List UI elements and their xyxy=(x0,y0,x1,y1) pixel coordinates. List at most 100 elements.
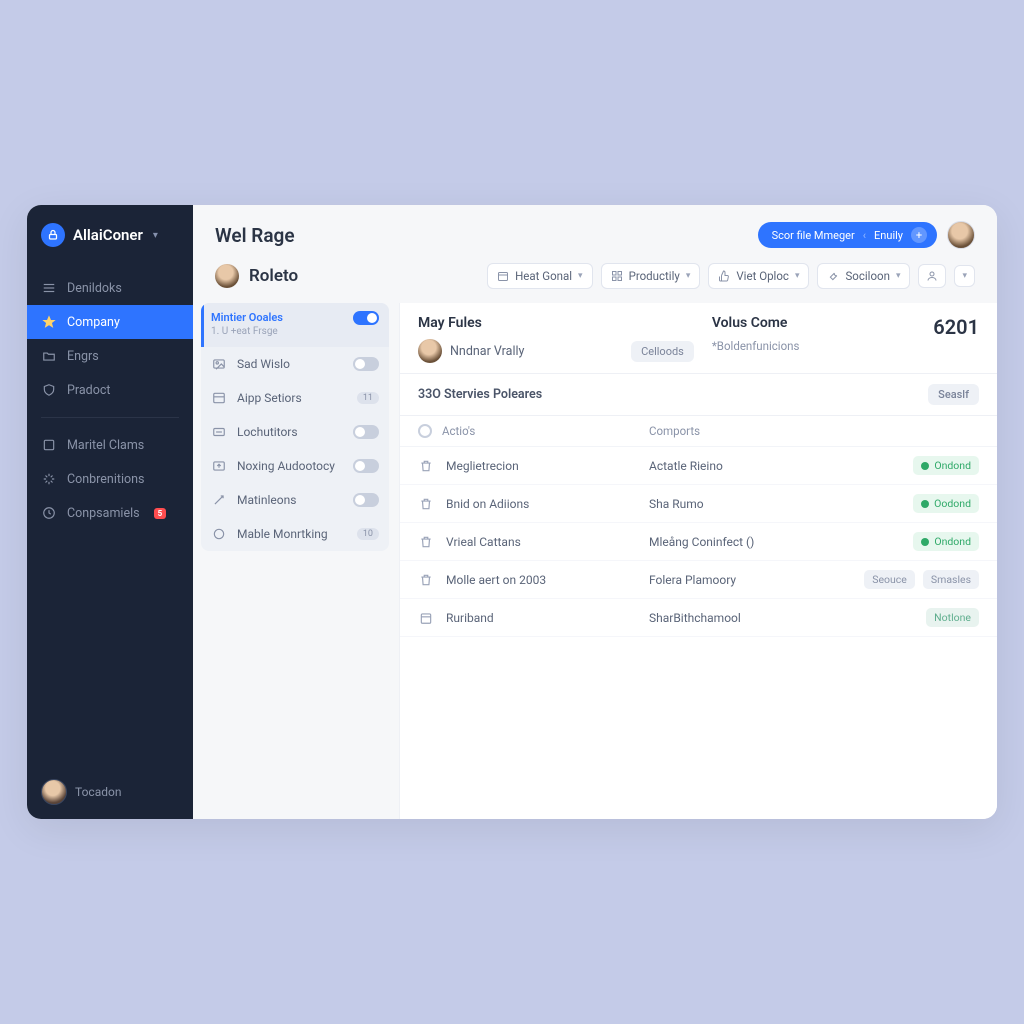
row-name: Meglietrecion xyxy=(446,459,519,473)
row-comp: Folera Plamoory xyxy=(649,573,859,587)
tool-sociloon[interactable]: Sociloon ▾ xyxy=(817,263,910,289)
pane-right-sub: *Boldenfunicions xyxy=(712,339,800,353)
status-badge: Oodond xyxy=(913,494,979,513)
sidebar-footer[interactable]: Tocadon xyxy=(27,765,193,819)
content: Mintier Ooales 1. U +eat Frsge Sad Wislo… xyxy=(193,303,997,819)
brand-switcher[interactable]: AllaiConer ▾ xyxy=(27,205,193,265)
trash-icon xyxy=(418,572,434,588)
tool-viet-oploc[interactable]: Viet Oploc ▾ xyxy=(708,263,809,289)
nav-label: Denildoks xyxy=(67,281,122,296)
tool-productily[interactable]: Productily ▾ xyxy=(601,263,701,289)
table-row[interactable]: Molle aert on 2003 Folera Plamoory Seouc… xyxy=(400,561,997,599)
sidebar: AllaiConer ▾ Denildoks Company Engrs xyxy=(27,205,193,819)
breadcrumb: Roleto xyxy=(215,264,298,288)
primary-nav: Denildoks Company Engrs Pradoct xyxy=(27,265,193,530)
wrench-icon xyxy=(827,270,839,282)
user-avatar[interactable] xyxy=(947,221,975,249)
tool-more[interactable]: ▾ xyxy=(954,265,975,287)
tool-label: Heat Gonal xyxy=(515,269,572,283)
calendar-icon xyxy=(418,610,434,626)
results-pane: May Fules Nndnar Vrally Celloods Volus C… xyxy=(399,303,997,819)
row-comp: Actatle Rieino xyxy=(649,459,859,473)
filter-label: Matinleons xyxy=(237,493,296,507)
filter-count: 11 xyxy=(357,392,379,404)
tag: Smasles xyxy=(923,570,979,589)
filter-noxing-audootocy[interactable]: Noxing Audootocy xyxy=(201,449,389,483)
pane-user-chip[interactable]: Celloods xyxy=(631,341,694,362)
nav-item-maritel-clams[interactable]: Maritel Clams xyxy=(27,428,193,462)
trash-icon xyxy=(418,534,434,550)
row-name: Bnid on Adiions xyxy=(446,497,529,511)
brand-lock-icon xyxy=(41,223,65,247)
tool-label: Viet Oploc xyxy=(736,269,789,283)
nav-item-pradoct[interactable]: Pradoct xyxy=(27,373,193,407)
clock-icon xyxy=(41,505,57,521)
circle-icon xyxy=(211,526,227,542)
row-name: Vrieal Cattans xyxy=(446,535,521,549)
pane-user-name: Nndnar Vrally xyxy=(450,344,524,359)
filter-active-header[interactable]: Mintier Ooales 1. U +eat Frsge xyxy=(201,303,389,347)
section-header: 33O Stervies Poleares Seaslf xyxy=(400,374,997,416)
pill-separator: ‹ xyxy=(863,229,866,242)
topbar: Wel Rage Scor file Mmeger ‹ Enuily + xyxy=(193,205,997,263)
toggle-switch[interactable] xyxy=(353,311,379,325)
chevron-down-icon: ▾ xyxy=(795,271,800,281)
shield-icon xyxy=(41,382,57,398)
primary-action-pill[interactable]: Scor file Mmeger ‹ Enuily + xyxy=(758,222,937,248)
nav-item-conbrenitions[interactable]: Conbrenitions xyxy=(27,462,193,496)
nav-label: Maritel Clams xyxy=(67,438,144,453)
chevron-down-icon: ▾ xyxy=(686,271,691,281)
table-row[interactable]: Bnid on Adiions Sha Rumo Oodond xyxy=(400,485,997,523)
table-row[interactable]: Meglietrecion Actatle Rieino Ondond xyxy=(400,447,997,485)
pane-header: May Fules Nndnar Vrally Celloods Volus C… xyxy=(400,303,997,374)
chevron-down-icon: ▾ xyxy=(896,271,901,281)
nav-item-conpsamiels[interactable]: Conpsamiels 5 xyxy=(27,496,193,530)
avatar xyxy=(418,339,442,363)
nav-label: Company xyxy=(67,315,120,330)
toggle-switch[interactable] xyxy=(353,357,379,371)
nav-label: Conpsamiels xyxy=(67,506,140,521)
filter-aipp-setiors[interactable]: Aipp Setiors 11 xyxy=(201,381,389,415)
nav-label: Conbrenitions xyxy=(67,472,145,487)
grid-icon xyxy=(611,270,623,282)
filter-header-title: Mintier Ooales xyxy=(211,311,343,324)
tag: Seouce xyxy=(864,570,915,589)
menu-icon xyxy=(41,280,57,296)
filter-mable-monrtking[interactable]: Mable Monrtking 10 xyxy=(201,517,389,551)
section-action[interactable]: Seaslf xyxy=(928,384,979,405)
topbar-actions: Scor file Mmeger ‹ Enuily + xyxy=(758,221,975,249)
tool-label: Productily xyxy=(629,269,680,283)
row-name: Ruriband xyxy=(446,611,494,625)
toggle-switch[interactable] xyxy=(353,493,379,507)
nav-item-engrs[interactable]: Engrs xyxy=(27,339,193,373)
folder-icon xyxy=(41,348,57,364)
filter-matinleons[interactable]: Matinleons xyxy=(201,483,389,517)
filter-label: Aipp Setiors xyxy=(237,391,302,405)
table-row[interactable]: Ruriband SharBithchamool Notlone xyxy=(400,599,997,637)
main: Wel Rage Scor file Mmeger ‹ Enuily + Rol… xyxy=(193,205,997,819)
nav-item-denildoks[interactable]: Denildoks xyxy=(27,271,193,305)
nav-label: Pradoct xyxy=(67,383,111,398)
filter-label: Mable Monrtking xyxy=(237,527,328,541)
table-row[interactable]: Vrieal Cattans Mleång Coninfect () Ondon… xyxy=(400,523,997,561)
tool-user[interactable] xyxy=(918,264,946,288)
brand-name: AllaiConer xyxy=(73,226,143,244)
trash-icon xyxy=(418,458,434,474)
row-name: Molle aert on 2003 xyxy=(446,573,546,587)
radio-icon[interactable] xyxy=(418,424,432,438)
toggle-switch[interactable] xyxy=(353,425,379,439)
filter-lochutitors[interactable]: Lochutitors xyxy=(201,415,389,449)
toggle-switch[interactable] xyxy=(353,459,379,473)
tool-heat-gonal[interactable]: Heat Gonal ▾ xyxy=(487,263,593,289)
filter-label: Sad Wislo xyxy=(237,357,290,371)
filter-sad-wislo[interactable]: Sad Wislo xyxy=(201,347,389,381)
thumb-icon xyxy=(718,270,730,282)
column-headers: Actio's Comports xyxy=(400,416,997,447)
pill-primary-label: Scor file Mmeger xyxy=(772,229,855,242)
col-comports: Comports xyxy=(649,424,859,438)
plus-icon: + xyxy=(911,227,927,243)
upload-icon xyxy=(211,458,227,474)
nav-item-company[interactable]: Company xyxy=(27,305,193,339)
avatar xyxy=(215,264,239,288)
user-icon xyxy=(926,270,938,282)
